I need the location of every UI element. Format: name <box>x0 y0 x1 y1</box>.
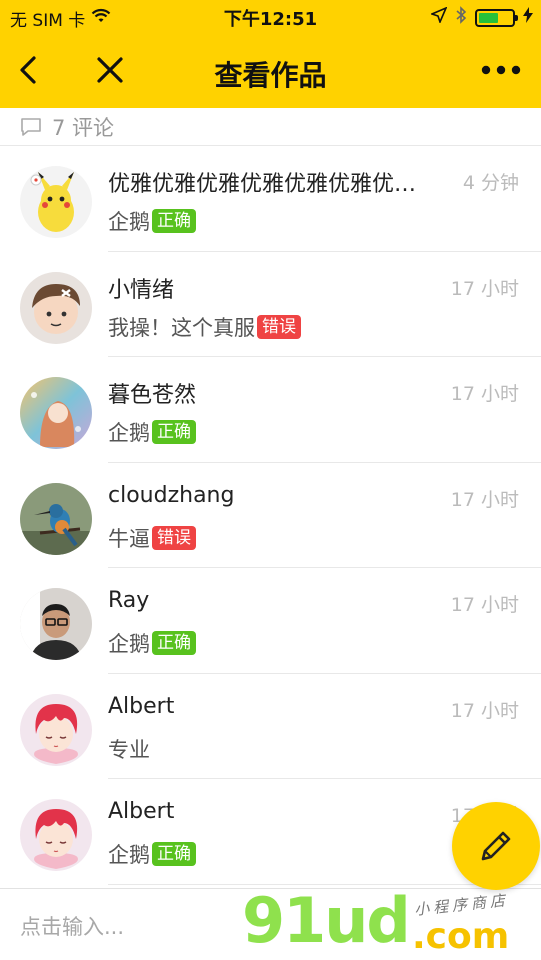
avatar[interactable] <box>20 166 92 238</box>
comment-text: 企鹅 <box>108 210 150 234</box>
comment-row[interactable]: 暮色苍然 17 小时 企鹅 正确 <box>0 357 541 463</box>
bluetooth-icon <box>455 6 467 29</box>
answer-badge: 错误 <box>257 314 301 339</box>
comment-list: 优雅优雅优雅优雅优雅优雅优雅优雅 4 分钟 企鹅 正确 小情绪 17 小时 我操… <box>0 146 541 885</box>
status-bar: 无 SIM 卡 下午12:51 <box>0 0 541 34</box>
answer-badge: 错误 <box>152 525 196 550</box>
commenter-name: 小情绪 <box>108 277 175 303</box>
comment-body: 企鹅 正确 <box>108 839 196 869</box>
comment-row[interactable]: Ray 17 小时 企鹅 正确 <box>0 568 541 674</box>
comments-count: 7 评论 <box>52 115 115 140</box>
avatar[interactable] <box>20 377 92 449</box>
compose-button[interactable] <box>452 802 540 890</box>
comment-row[interactable]: 优雅优雅优雅优雅优雅优雅优雅优雅 4 分钟 企鹅 正确 <box>0 146 541 252</box>
commenter-name: Albert <box>108 693 175 719</box>
answer-badge: 正确 <box>152 209 196 233</box>
comment-row[interactable]: Albert 17 小时 专业 <box>0 674 541 779</box>
comment-time: 17 小时 <box>450 277 519 300</box>
more-icon <box>481 65 521 75</box>
comment-body: 牛逼 错误 <box>108 523 196 553</box>
comment-text: 企鹅 <box>108 421 150 445</box>
commenter-name: 暮色苍然 <box>108 383 197 408</box>
comment-icon <box>21 117 41 136</box>
comment-text: 我操！这个真服 <box>108 315 255 340</box>
comment-row[interactable]: 小情绪 17 小时 我操！这个真服 错误 <box>0 252 541 357</box>
more-button[interactable] <box>479 48 523 92</box>
comment-text: 专业 <box>108 737 150 762</box>
commenter-name: Ray <box>108 588 150 613</box>
charging-icon <box>523 7 533 28</box>
nav-bar: 查看作品 <box>0 34 541 108</box>
comment-text: 牛逼 <box>108 526 150 551</box>
avatar[interactable] <box>20 271 92 344</box>
comment-input-bar[interactable]: 点击输入... <box>0 888 541 960</box>
comment-time: 17 小时 <box>450 594 519 616</box>
pencil-icon <box>481 831 511 861</box>
avatar[interactable] <box>20 693 92 766</box>
battery-icon <box>475 8 518 27</box>
status-right <box>429 6 533 29</box>
avatar[interactable] <box>20 588 92 660</box>
commenter-name: Albert <box>108 799 175 824</box>
comment-row[interactable]: cloudzhang 17 小时 牛逼 错误 <box>0 463 541 568</box>
comment-text: 企鹅 <box>108 632 150 656</box>
answer-badge: 正确 <box>152 631 196 655</box>
comment-body: 企鹅 正确 <box>108 628 196 658</box>
location-arrow-icon <box>429 6 448 28</box>
comment-time: 17 小时 <box>450 383 519 405</box>
battery-fill <box>479 12 499 23</box>
answer-badge: 正确 <box>152 420 196 444</box>
page-title: 查看作品 <box>214 59 327 92</box>
answer-badge: 正确 <box>152 842 196 866</box>
comment-body: 我操！这个真服 错误 <box>108 312 301 342</box>
comment-body: 专业 <box>108 734 150 764</box>
comments-header: 7 评论 <box>0 108 541 146</box>
comment-body: 企鹅 正确 <box>108 206 196 236</box>
comment-time: 17 小时 <box>450 699 519 722</box>
comment-time: 4 分钟 <box>462 172 519 194</box>
avatar[interactable] <box>20 799 92 871</box>
comment-body: 企鹅 正确 <box>108 417 196 447</box>
avatar[interactable] <box>20 482 92 555</box>
comment-time: 17 小时 <box>450 488 519 511</box>
comment-text: 企鹅 <box>108 843 150 867</box>
commenter-name: cloudzhang <box>108 482 235 508</box>
comment-input[interactable]: 点击输入... <box>20 911 124 941</box>
commenter-name: 优雅优雅优雅优雅优雅优雅优雅优雅 <box>108 172 438 197</box>
